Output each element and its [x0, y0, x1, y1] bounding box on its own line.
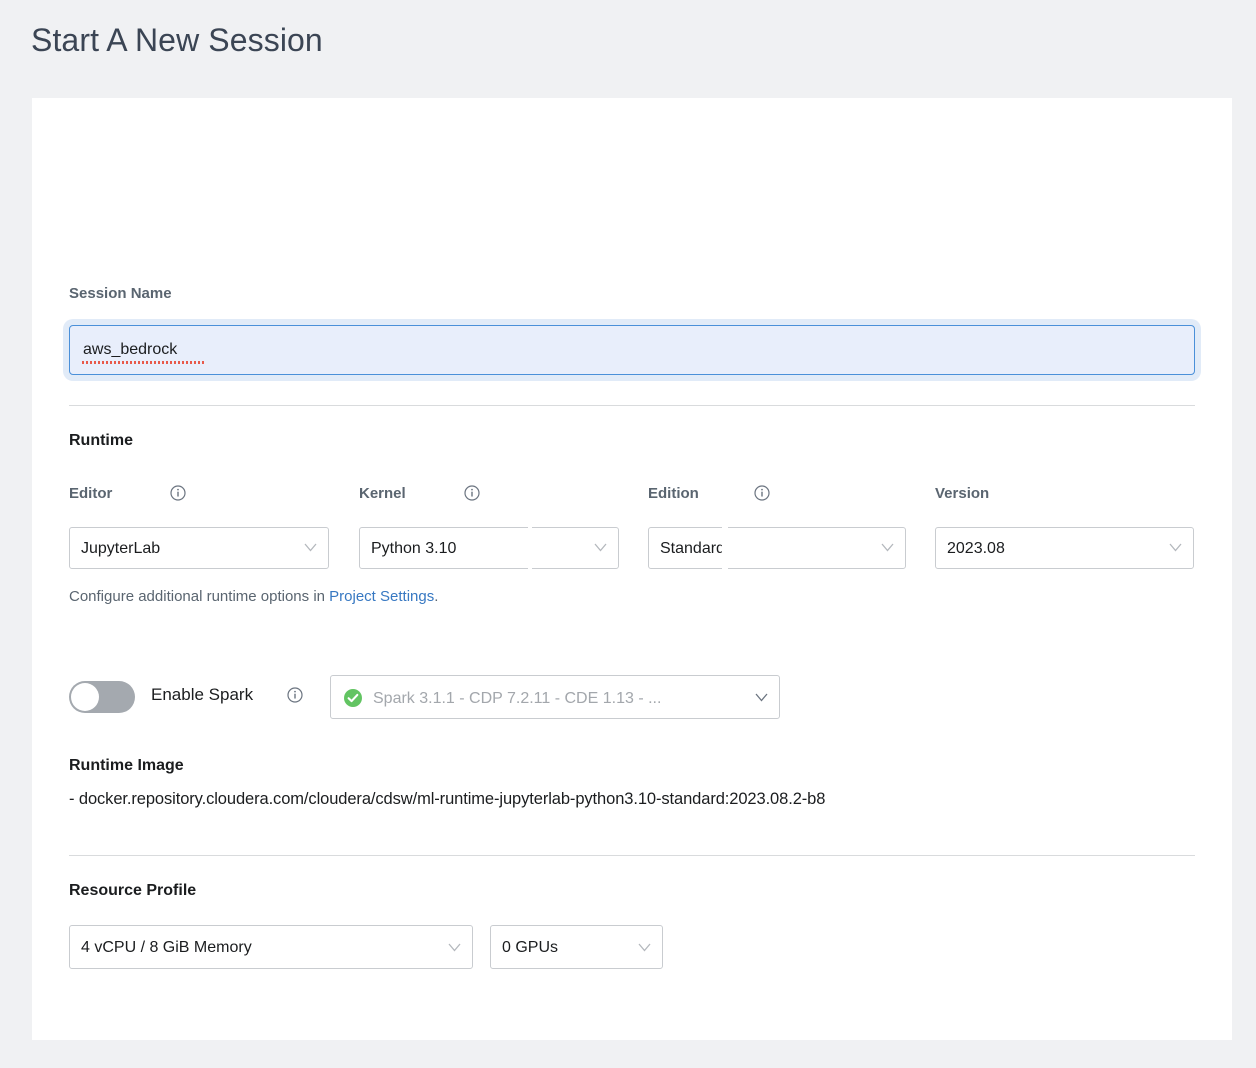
spark-version-value: Spark 3.1.1 - CDP 7.2.11 - CDE 1.13 - ..…	[373, 690, 662, 707]
chevron-down-icon	[594, 543, 607, 552]
cpu-memory-select[interactable]: 4 vCPU / 8 GiB Memory	[69, 925, 473, 969]
version-select[interactable]: 2023.08	[935, 527, 1194, 569]
session-name-input[interactable]	[69, 325, 1195, 375]
chevron-down-icon	[1169, 543, 1182, 552]
chevron-down-icon	[881, 543, 894, 552]
enable-spark-toggle[interactable]	[69, 681, 135, 713]
editor-select[interactable]: JupyterLab	[69, 527, 329, 569]
resource-profile-heading: Resource Profile	[69, 882, 197, 899]
kernel-select[interactable]: Python 3.10	[359, 527, 619, 569]
kernel-label: Kernel	[359, 485, 406, 502]
session-form-card: Session Name Runtime Editor JupyterLab	[32, 98, 1232, 1040]
runtime-image-heading: Runtime Image	[69, 757, 184, 774]
runtime-image-value: - docker.repository.cloudera.com/clouder…	[69, 790, 826, 808]
session-name-field-wrap	[63, 319, 1201, 381]
divider-runtime	[69, 405, 1195, 406]
enable-spark-label: Enable Spark	[151, 685, 254, 704]
editor-info-icon[interactable]	[170, 485, 186, 501]
kernel-value: Python 3.10	[371, 540, 457, 557]
new-session-page: Start A New Session Session Name Runtime…	[0, 0, 1256, 1068]
enable-spark-info-icon[interactable]	[287, 687, 303, 703]
edition-value: Standard	[660, 540, 725, 557]
project-settings-link[interactable]: Project Settings	[329, 588, 434, 605]
page-title: Start A New Session	[31, 22, 323, 58]
runtime-heading: Runtime	[69, 432, 133, 449]
helper-suffix: .	[434, 588, 439, 605]
editor-value: JupyterLab	[81, 540, 161, 557]
helper-prefix: Configure additional runtime options in	[69, 588, 330, 605]
version-value: 2023.08	[947, 540, 1005, 557]
chevron-down-icon	[448, 943, 461, 952]
editor-label: Editor	[69, 485, 113, 502]
edition-label: Edition	[648, 485, 699, 502]
toggle-knob	[71, 683, 99, 711]
chevron-down-icon	[755, 693, 768, 702]
gpu-select[interactable]: 0 GPUs	[490, 925, 663, 969]
cpu-memory-value: 4 vCPU / 8 GiB Memory	[81, 939, 252, 956]
session-name-label: Session Name	[69, 285, 172, 302]
divider-resource-profile	[69, 855, 1195, 856]
check-circle-icon	[343, 688, 363, 708]
chevron-down-icon	[304, 543, 317, 552]
chevron-down-icon	[638, 943, 651, 952]
runtime-helper-text: Configure additional runtime options in …	[69, 588, 438, 605]
gpu-value: 0 GPUs	[502, 939, 559, 956]
version-label: Version	[935, 485, 990, 502]
edition-select[interactable]: Standard	[648, 527, 906, 569]
edition-info-icon[interactable]	[754, 485, 770, 501]
kernel-info-icon[interactable]	[464, 485, 480, 501]
spark-version-select[interactable]: Spark 3.1.1 - CDP 7.2.11 - CDE 1.13 - ..…	[330, 675, 780, 719]
